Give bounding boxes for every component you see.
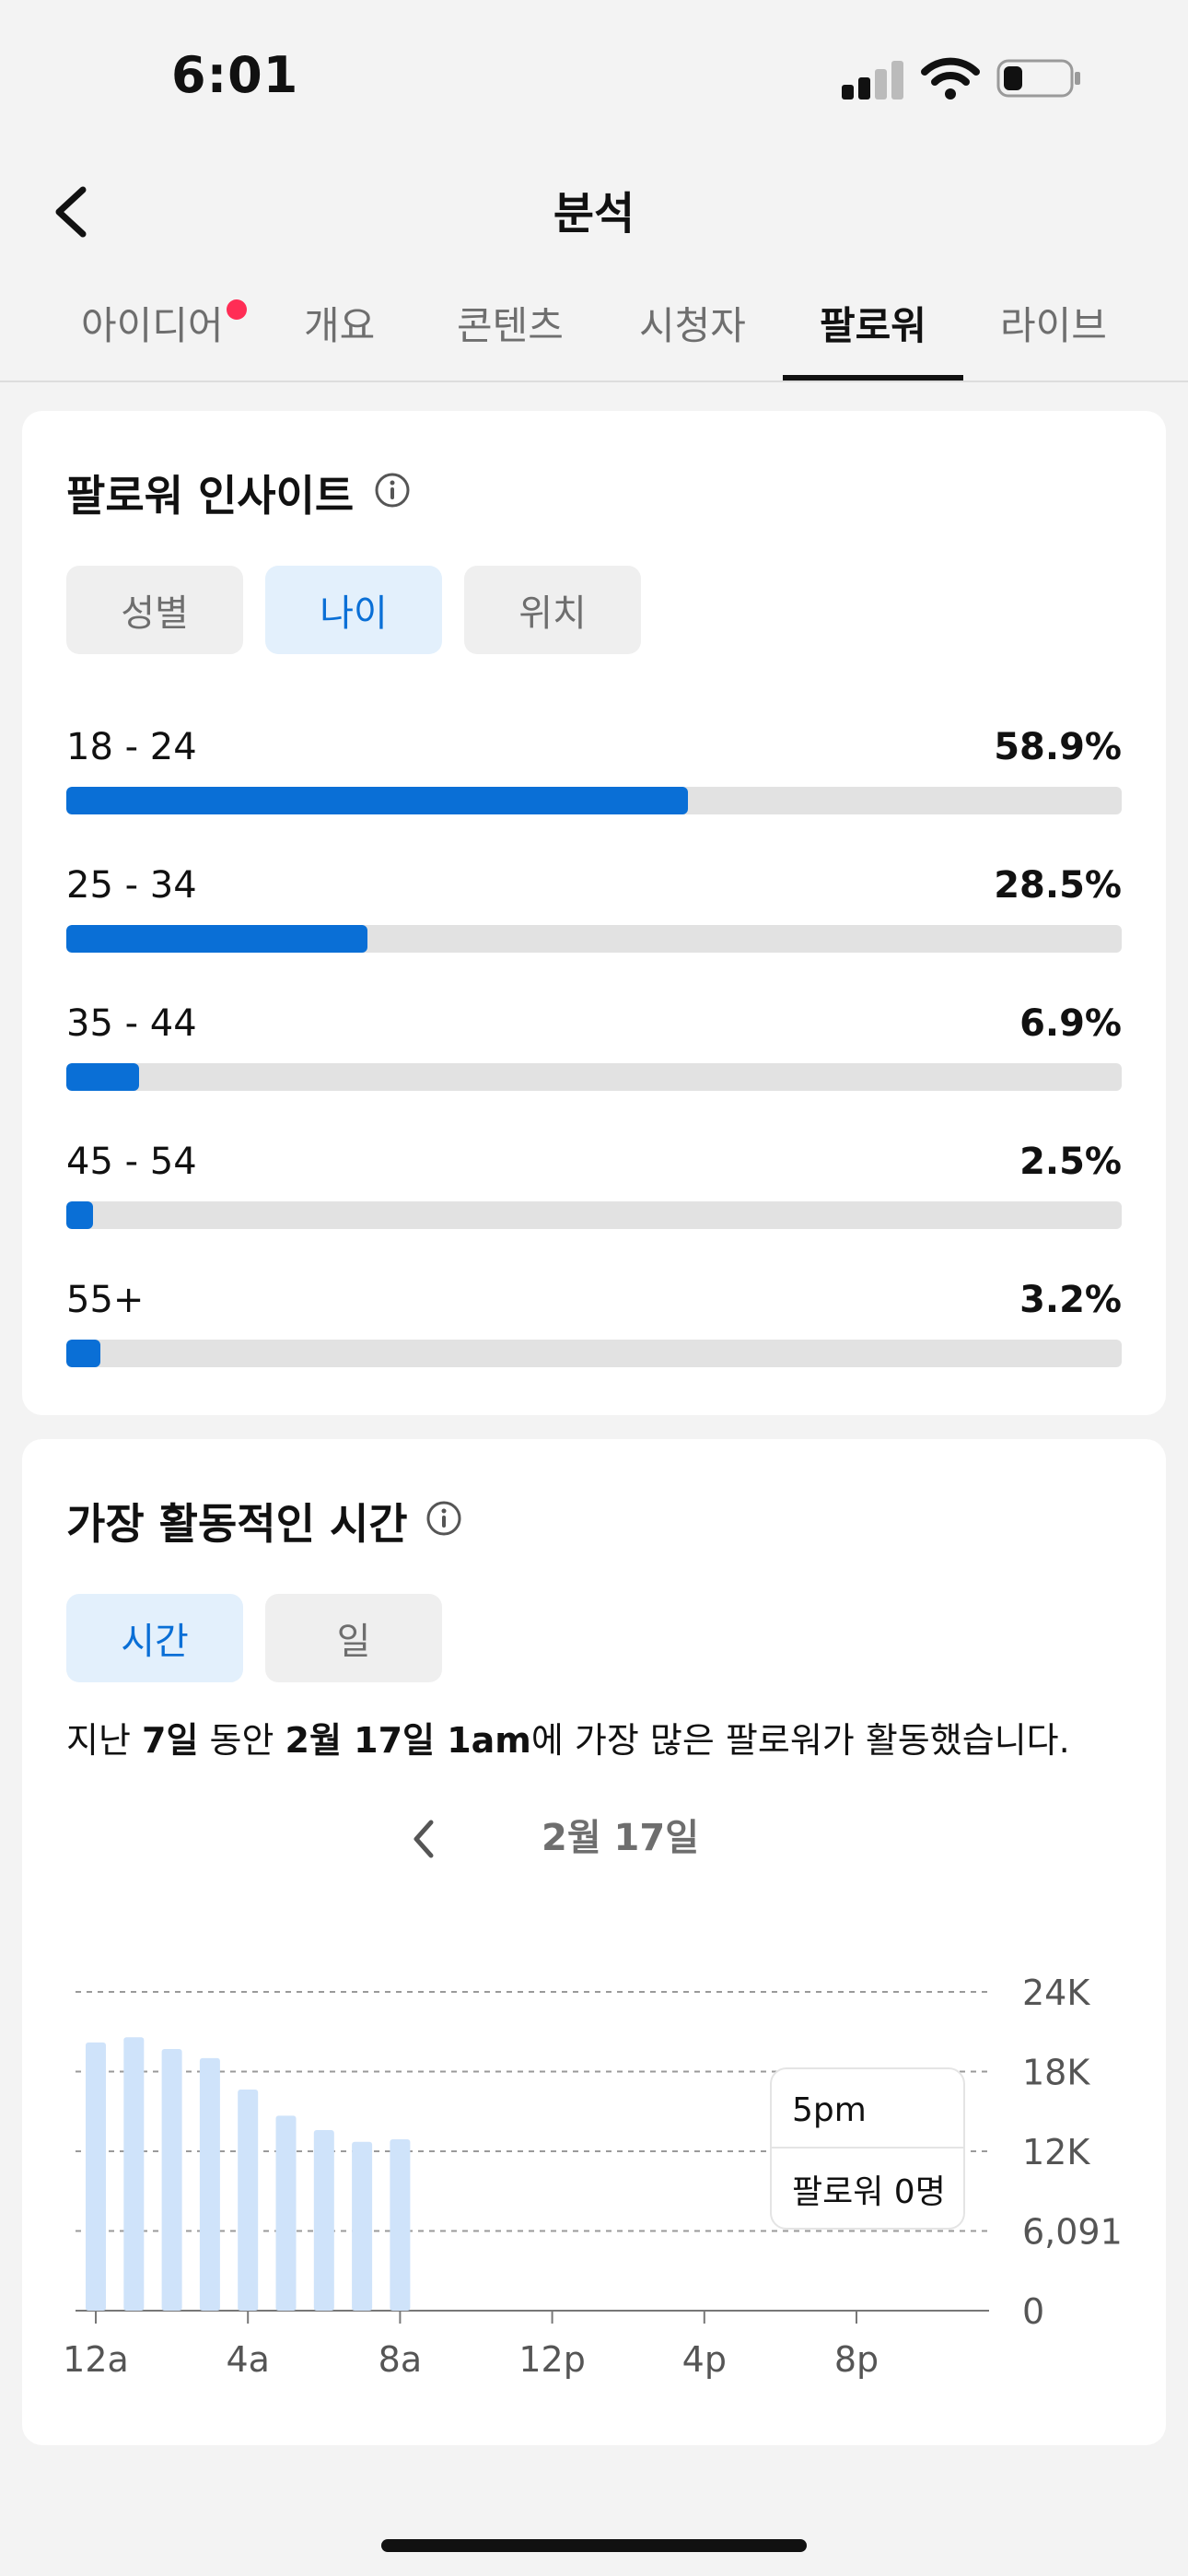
chart-bar — [275, 2115, 297, 2311]
chart-bar — [199, 2057, 220, 2311]
age-bar-fill — [66, 1063, 140, 1091]
x-tick-label: 4p — [682, 2339, 727, 2380]
hourly-activity-chart: 24K 18K 12K 6,091 0 12a 4a 8a 12p 4p 8p — [63, 1973, 1123, 2380]
previous-date-button[interactable] — [396, 1811, 451, 1867]
date-label: 2월 17일 — [542, 1817, 700, 1859]
summary-peak: 2월 17일 1am — [285, 1720, 531, 1761]
filter-day[interactable]: 일 — [265, 1594, 442, 1682]
info-icon[interactable] — [425, 1500, 462, 1537]
age-row: 35 - 44 6.9% — [66, 1002, 1122, 1113]
tooltip-time: 5pm — [792, 2091, 867, 2129]
tab-live[interactable]: 라이브 — [1000, 295, 1107, 351]
notification-dot — [227, 299, 247, 320]
cellular-signal-icon — [842, 61, 904, 100]
chart-bar — [238, 2089, 259, 2311]
y-tick-label: 18K — [1022, 2053, 1090, 2093]
age-range-label: 35 - 44 — [66, 1002, 197, 1045]
age-percent: 3.2% — [1019, 1279, 1122, 1321]
age-bar-fill — [66, 1201, 93, 1229]
chart-bar — [86, 2042, 106, 2311]
activity-summary: 지난 7일 동안 2월 17일 1am에 가장 많은 팔로워가 활동했습니다. — [66, 1712, 1070, 1762]
age-percent: 58.9% — [994, 726, 1122, 768]
battery-icon — [996, 59, 1080, 98]
chart-bar — [161, 2048, 182, 2311]
date-navigator: 2월 17일 — [22, 1802, 1166, 1867]
age-row: 55+ 3.2% — [66, 1279, 1122, 1389]
active-times-title: 가장 활동적인 시간 — [66, 1499, 408, 1549]
tab-bar: 아이디어 개요 콘텐츠 시청자 팔로워 라이브 — [0, 272, 1188, 382]
home-indicator — [381, 2539, 807, 2552]
age-bar-track — [66, 1340, 1122, 1367]
chevron-left-icon — [413, 1820, 434, 1858]
summary-days: 7일 — [142, 1720, 199, 1761]
x-tick-label: 8a — [379, 2339, 422, 2380]
age-range-label: 45 - 54 — [66, 1141, 197, 1183]
follower-insights-title: 팔로워 인사이트 — [66, 471, 355, 521]
age-percent: 2.5% — [1019, 1141, 1122, 1183]
age-row: 45 - 54 2.5% — [66, 1141, 1122, 1251]
tooltip-value: 팔로워 0명 — [792, 2173, 946, 2211]
age-row: 25 - 34 28.5% — [66, 864, 1122, 975]
status-time: 6:01 — [171, 46, 299, 104]
wifi-icon — [921, 57, 980, 100]
age-bar-fill — [66, 1340, 100, 1367]
chart-tooltip: 5pm 팔로워 0명 — [770, 2067, 965, 2230]
x-tick-label: 8p — [834, 2339, 879, 2380]
active-tab-indicator — [783, 375, 963, 381]
info-icon[interactable] — [374, 472, 411, 509]
tab-viewers[interactable]: 시청자 — [639, 295, 746, 351]
age-percent: 28.5% — [994, 864, 1122, 907]
y-tick-label: 6,091 — [1022, 2212, 1123, 2253]
age-bar-fill — [66, 787, 688, 814]
tooltip-divider — [772, 2147, 963, 2149]
summary-suffix: 에 가장 많은 팔로워가 활동했습니다. — [530, 1720, 1070, 1761]
active-times-card: 가장 활동적인 시간 시간 일 지난 7일 동안 2월 17일 1am에 가장 … — [22, 1439, 1166, 2445]
filter-age[interactable]: 나이 — [265, 566, 442, 654]
y-tick-label: 0 — [1022, 2291, 1044, 2332]
tab-content[interactable]: 콘텐츠 — [457, 295, 564, 351]
y-tick-label: 24K — [1022, 1973, 1090, 2013]
summary-prefix: 지난 — [66, 1720, 142, 1761]
navigation-bar: 분석 — [0, 157, 1188, 267]
chart-bar — [352, 2141, 373, 2311]
filter-hour[interactable]: 시간 — [66, 1594, 243, 1682]
chart-bar — [123, 2037, 145, 2311]
tab-followers[interactable]: 팔로워 — [820, 295, 926, 351]
age-range-label: 18 - 24 — [66, 726, 197, 768]
x-tick-label: 4a — [226, 2339, 269, 2380]
age-bar-track — [66, 925, 1122, 953]
x-tick-label: 12a — [63, 2339, 129, 2380]
filter-gender[interactable]: 성별 — [66, 566, 243, 654]
chart-bar — [390, 2138, 411, 2311]
chart-bar — [313, 2130, 334, 2311]
follower-insights-card: 팔로워 인사이트 성별 나이 위치 18 - 24 58.9% 25 - 34 … — [22, 411, 1166, 1415]
page-title: 분석 — [553, 188, 635, 240]
age-range-label: 25 - 34 — [66, 864, 197, 907]
tab-overview[interactable]: 개요 — [304, 295, 375, 351]
summary-mid: 동안 — [198, 1720, 285, 1761]
x-tick-label: 12p — [518, 2339, 585, 2380]
age-range-label: 55+ — [66, 1279, 145, 1321]
age-bar-track — [66, 1201, 1122, 1229]
age-bar-track — [66, 787, 1122, 814]
y-tick-label: 12K — [1022, 2132, 1090, 2172]
age-bar-fill — [66, 925, 367, 953]
filter-location[interactable]: 위치 — [464, 566, 641, 654]
age-row: 18 - 24 58.9% — [66, 726, 1122, 837]
age-bar-track — [66, 1063, 1122, 1091]
status-bar: 6:01 — [0, 0, 1188, 157]
tab-ideas[interactable]: 아이디어 — [81, 295, 224, 351]
age-percent: 6.9% — [1019, 1002, 1122, 1045]
